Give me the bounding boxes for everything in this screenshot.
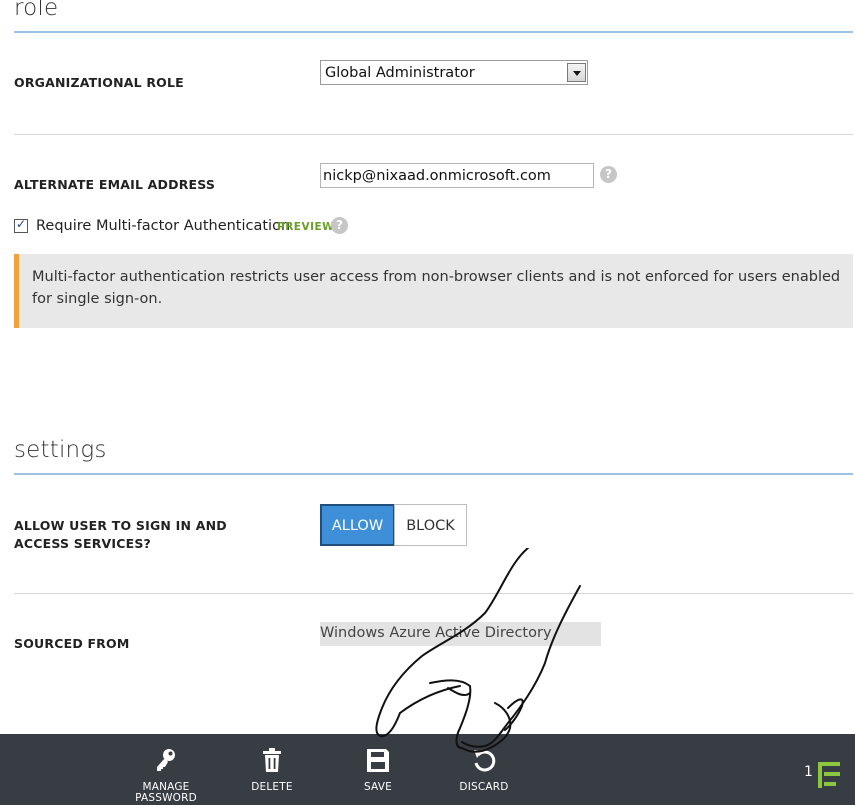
mfa-notice-text: Multi-factor authentication restricts us…	[32, 269, 841, 307]
organizational-role-label: ORGANIZATIONAL ROLE	[14, 75, 184, 90]
manage-password-label: MANAGE PASSWORD	[135, 781, 197, 804]
preview-badge: PREVIEW	[277, 221, 335, 233]
settings-section-title: settings	[14, 437, 107, 463]
organizational-role-select[interactable]: Global Administrator	[320, 60, 588, 85]
sourced-from-value: Windows Azure Active Directory	[320, 622, 601, 646]
undo-icon	[474, 750, 496, 772]
mfa-notice-banner: Multi-factor authentication restricts us…	[14, 254, 853, 328]
chevron-down-icon[interactable]	[567, 63, 586, 82]
save-label: SAVE	[364, 781, 392, 793]
command-bar: MANAGE PASSWORD DELETE SAVE DISCARD	[0, 734, 855, 805]
sourced-from-label: SOURCED FROM	[14, 636, 130, 651]
alternate-email-label: ALTERNATE EMAIL ADDRESS	[14, 177, 216, 192]
field-divider	[14, 134, 853, 135]
delete-label: DELETE	[251, 781, 293, 793]
question-circle-icon[interactable]: ?	[331, 217, 348, 234]
sign-in-label: ALLOW USER TO SIGN IN AND ACCESS SERVICE…	[14, 518, 227, 551]
mfa-checkbox-label[interactable]: Require Multi-factor Authentication	[36, 218, 290, 234]
block-toggle-button[interactable]: BLOCK	[394, 504, 467, 546]
alternate-email-value: nickp@nixaad.onmicrosoft.com	[323, 168, 551, 184]
role-section-title: role	[14, 0, 59, 21]
organizational-role-value: Global Administrator	[325, 65, 475, 81]
trash-icon	[263, 748, 281, 772]
floppy-disk-icon	[367, 749, 389, 772]
discard-label: DISCARD	[459, 781, 509, 793]
question-circle-icon[interactable]: ?	[600, 166, 617, 183]
list-icon[interactable]	[818, 762, 842, 788]
field-divider	[14, 593, 853, 594]
settings-section-divider	[14, 473, 853, 475]
mfa-checkbox[interactable]	[14, 217, 28, 233]
notification-count[interactable]: 1	[804, 764, 813, 780]
alternate-email-field[interactable]: nickp@nixaad.onmicrosoft.com	[320, 163, 594, 188]
hand-pointer-icon	[375, 548, 581, 753]
role-section-divider	[14, 31, 853, 33]
allow-toggle-button[interactable]: ALLOW	[320, 504, 395, 546]
key-icon	[157, 749, 175, 771]
